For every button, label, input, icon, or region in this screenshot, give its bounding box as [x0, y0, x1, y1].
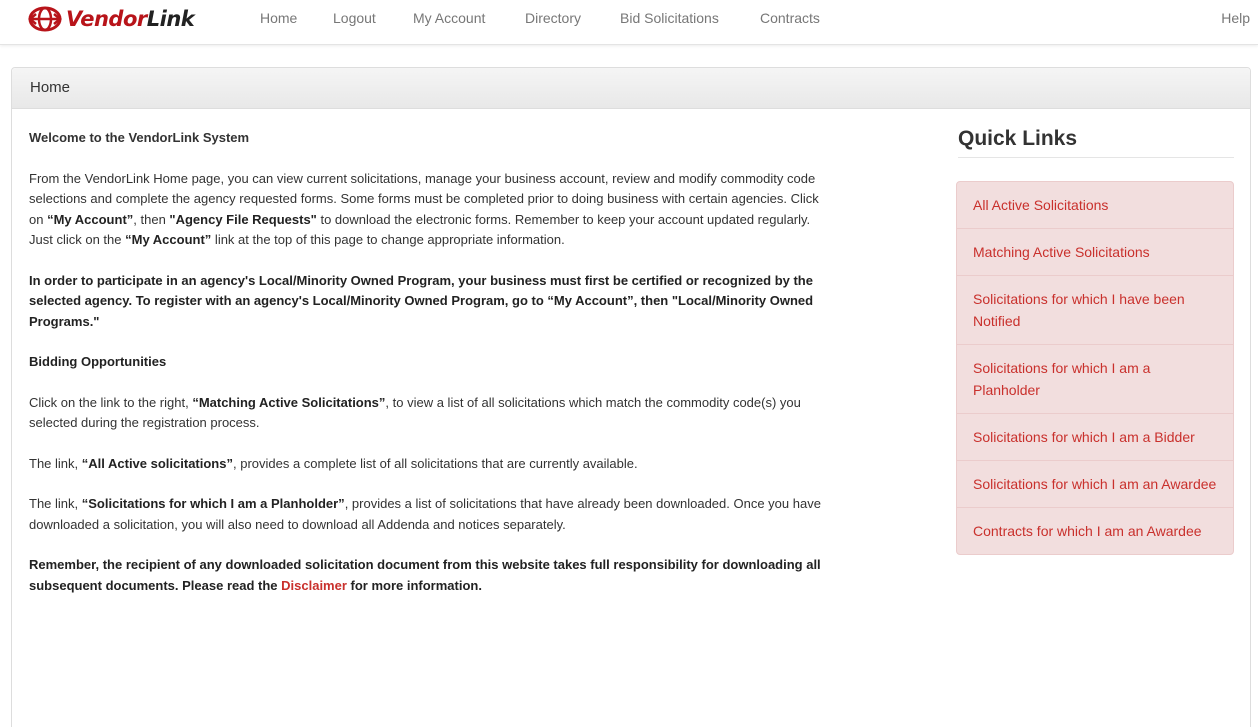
home-panel: Home Welcome to the VendorLink System Fr… [11, 67, 1251, 727]
quick-links-list: All Active Solicitations Matching Active… [956, 181, 1234, 555]
nav-home[interactable]: Home [260, 10, 297, 27]
quick-links-title: Quick Links [958, 127, 1234, 158]
bidding-opportunities-title: Bidding Opportunities [29, 354, 167, 369]
brand-name: VendorLink [66, 7, 195, 31]
minority-program-notice: In order to participate in an agency's L… [29, 272, 814, 329]
quick-link-bidder[interactable]: Solicitations for which I am a Bidder [957, 414, 1233, 461]
welcome-content: Welcome to the VendorLink System From th… [29, 128, 829, 616]
matching-solicitations-paragraph: Click on the link to the right, “Matchin… [29, 394, 801, 431]
welcome-title: Welcome to the VendorLink System [29, 130, 250, 145]
quick-link-contracts-awardee[interactable]: Contracts for which I am an Awardee [957, 508, 1233, 554]
nav-contracts[interactable]: Contracts [760, 10, 820, 27]
quick-link-notified[interactable]: Solicitations for which I have been Noti… [957, 276, 1233, 345]
disclaimer-link[interactable]: Disclaimer [281, 578, 347, 593]
nav-logout[interactable]: Logout [333, 10, 376, 27]
intro-paragraph: From the VendorLink Home page, you can v… [29, 170, 819, 248]
globe-arrow-icon [28, 6, 62, 32]
disclaimer-paragraph: Remember, the recipient of any downloade… [29, 557, 821, 593]
all-active-paragraph: The link, “All Active solicitations”, pr… [29, 455, 638, 471]
nav-my-account[interactable]: My Account [413, 10, 485, 27]
planholder-paragraph: The link, “Solicitations for which I am … [29, 496, 821, 532]
nav-help[interactable]: Help [1221, 10, 1250, 27]
top-navbar: VendorLink Home Logout My Account Direct… [0, 0, 1258, 45]
quick-link-matching-active[interactable]: Matching Active Solicitations [957, 229, 1233, 276]
quick-link-planholder[interactable]: Solicitations for which I am a Planholde… [957, 345, 1233, 414]
quick-link-all-active[interactable]: All Active Solicitations [957, 182, 1233, 229]
vendorlink-logo[interactable]: VendorLink [28, 6, 195, 32]
nav-bid-solicitations[interactable]: Bid Solicitations [620, 10, 719, 27]
panel-heading: Home [12, 68, 1250, 109]
nav-directory[interactable]: Directory [525, 10, 581, 27]
quick-link-awardee[interactable]: Solicitations for which I am an Awardee [957, 461, 1233, 508]
